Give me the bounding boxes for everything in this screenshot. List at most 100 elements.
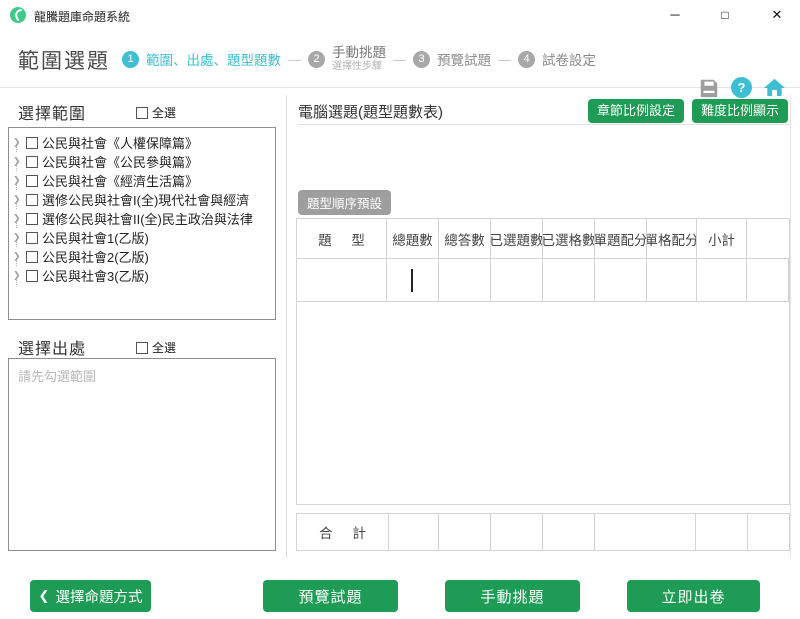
tree-item-checkbox[interactable] xyxy=(26,213,38,225)
source-select-all-label: 全選 xyxy=(152,339,176,356)
total-cell xyxy=(543,514,595,550)
preview-questions-button[interactable]: 預覽試題 xyxy=(263,580,398,612)
expand-arrow-icon[interactable]: ❯ xyxy=(13,228,25,247)
tree-item-checkbox[interactable] xyxy=(26,156,38,168)
tree-item-checkbox[interactable] xyxy=(26,251,38,263)
tree-item-label: 公民與社會3(乙版) xyxy=(42,266,149,285)
step-2-circle[interactable]: 2 xyxy=(308,51,325,68)
tree-item-label: 選修公民與社會I(全)現代社會與經濟 xyxy=(42,190,249,209)
panel-divider xyxy=(286,95,287,558)
tree-item[interactable]: ❯ 公民與社會《人權保障篇》 xyxy=(9,133,275,152)
cell-total-questions[interactable] xyxy=(387,259,439,301)
difficulty-ratio-button[interactable]: 難度比例顯示 xyxy=(692,99,788,123)
cell-extra[interactable] xyxy=(747,259,789,301)
total-label: 合 計 xyxy=(297,514,389,550)
help-icon[interactable]: ? xyxy=(731,77,752,98)
expand-arrow-icon[interactable]: ❯ xyxy=(13,190,25,209)
col-subtotal: 小計 xyxy=(697,219,747,258)
save-icon[interactable] xyxy=(698,77,720,99)
expand-arrow-icon[interactable]: ❯ xyxy=(13,152,25,171)
total-cell xyxy=(748,514,789,550)
home-icon[interactable] xyxy=(763,76,786,99)
expand-arrow-icon[interactable]: ❯ xyxy=(13,133,25,152)
total-row: 合 計 xyxy=(296,513,790,551)
tree-item[interactable]: ❯ 公民與社會《公民參與篇》 xyxy=(9,152,275,171)
col-points-per-question: 單題配分 xyxy=(595,219,647,258)
col-total-questions: 總題數 xyxy=(387,219,439,258)
tree-item[interactable]: ❯ 選修公民與社會I(全)現代社會與經濟 xyxy=(9,190,275,209)
step-2-label[interactable]: 手動挑題 選擇性步驟 xyxy=(332,45,386,72)
col-selected-questions: 已選題數 xyxy=(491,219,543,258)
tree-item-label: 選修公民與社會II(全)民主政治與法律 xyxy=(42,209,253,228)
cell-subtotal[interactable] xyxy=(697,259,747,301)
text-caret xyxy=(411,269,413,292)
expand-arrow-icon[interactable]: ❯ xyxy=(13,247,25,266)
cell-question-type[interactable] xyxy=(297,259,387,301)
tree-item-checkbox[interactable] xyxy=(26,175,38,187)
range-select-all[interactable]: 全選 xyxy=(136,104,176,121)
window-title: 龍騰題庫命題系統 xyxy=(34,8,130,25)
table-data-row xyxy=(297,259,789,302)
question-order-badge[interactable]: 題型順序預設 xyxy=(298,190,391,215)
tree-item-checkbox[interactable] xyxy=(26,270,38,282)
source-select-all[interactable]: 全選 xyxy=(136,339,176,356)
range-tree: ❯ 公民與社會《人權保障篇》 ❯ 公民與社會《公民參與篇》 ❯ 公民與社會《經濟… xyxy=(8,127,276,320)
cell-points-per-blank[interactable] xyxy=(647,259,697,301)
tree-item[interactable]: ❯ 公民與社會3(乙版) xyxy=(9,266,275,285)
close-button[interactable]: ✕ xyxy=(757,0,797,30)
cell-total-answers[interactable] xyxy=(439,259,491,301)
cell-points-per-question[interactable] xyxy=(595,259,647,301)
range-section-title: 選擇範圍 xyxy=(18,100,86,124)
expand-arrow-icon[interactable]: ❯ xyxy=(13,171,25,190)
source-placeholder: 請先勾選範圍 xyxy=(18,369,96,384)
cell-selected-blanks[interactable] xyxy=(543,259,595,301)
step-3-label[interactable]: 預覽試題 xyxy=(437,49,491,69)
question-type-table: 題 型 總題數 總答數 已選題數 已選格數 單題配分 單格配分 小計 xyxy=(296,218,790,505)
step-nav: 1 範圍、出處、題型題數 — 2 手動挑題 選擇性步驟 — 3 預覽試題 — 4… xyxy=(122,30,596,88)
cell-selected-questions[interactable] xyxy=(491,259,543,301)
col-total-answers: 總答數 xyxy=(439,219,491,258)
tree-item-checkbox[interactable] xyxy=(26,194,38,206)
step-1-circle[interactable]: 1 xyxy=(122,51,139,68)
tree-item-label: 公民與社會《人權保障篇》 xyxy=(42,133,198,152)
chapter-ratio-button[interactable]: 章節比例設定 xyxy=(588,99,684,123)
titlebar: 龍騰題庫命題系統 ─ □ ✕ xyxy=(0,0,800,30)
step-dash: — xyxy=(498,52,511,67)
total-cell xyxy=(389,514,439,550)
step-4-circle[interactable]: 4 xyxy=(518,51,535,68)
tree-item-checkbox[interactable] xyxy=(26,232,38,244)
app-logo-icon xyxy=(10,7,26,23)
expand-arrow-icon[interactable]: ❯ xyxy=(13,266,25,285)
maximize-button[interactable]: □ xyxy=(705,0,745,30)
step-4-label[interactable]: 試卷設定 xyxy=(542,49,596,69)
minimize-button[interactable]: ─ xyxy=(655,0,695,30)
step-1-label[interactable]: 範圍、出處、題型題數 xyxy=(146,49,281,69)
header-icons: ? xyxy=(698,76,786,99)
col-selected-blanks: 已選格數 xyxy=(543,219,595,258)
range-select-all-checkbox[interactable] xyxy=(136,107,148,119)
generate-paper-button[interactable]: 立即出卷 xyxy=(627,580,760,612)
manual-pick-button[interactable]: 手動挑題 xyxy=(445,580,580,612)
back-to-method-button[interactable]: ❮ 選擇命題方式 xyxy=(30,580,151,612)
tree-item[interactable]: ❯ 公民與社會2(乙版) xyxy=(9,247,275,266)
tree-item-checkbox[interactable] xyxy=(26,137,38,149)
source-list: 請先勾選範圍 xyxy=(8,358,276,551)
expand-arrow-icon[interactable]: ❯ xyxy=(13,209,25,228)
total-cell xyxy=(439,514,491,550)
page-title: 範圍選題 xyxy=(18,45,110,75)
step-3-circle[interactable]: 3 xyxy=(413,51,430,68)
ratio-buttons: 章節比例設定 難度比例顯示 xyxy=(588,99,788,123)
tree-item[interactable]: ❯ 選修公民與社會II(全)民主政治與法律 xyxy=(9,209,275,228)
col-question-type: 題 型 xyxy=(297,219,387,258)
range-select-all-label: 全選 xyxy=(152,104,176,121)
table-header-row: 題 型 總題數 總答數 已選題數 已選格數 單題配分 單格配分 小計 xyxy=(297,219,789,259)
total-cell xyxy=(491,514,543,550)
tree-item-label: 公民與社會《公民參與篇》 xyxy=(42,152,198,171)
tree-item[interactable]: ❯ 公民與社會1(乙版) xyxy=(9,228,275,247)
total-cell xyxy=(595,514,696,550)
source-select-all-checkbox[interactable] xyxy=(136,342,148,354)
step-dash: — xyxy=(393,52,406,67)
tree-item[interactable]: ❯ 公民與社會《經濟生活篇》 xyxy=(9,171,275,190)
tree-item-label: 公民與社會1(乙版) xyxy=(42,228,149,247)
tree-item-label: 公民與社會《經濟生活篇》 xyxy=(42,171,198,190)
